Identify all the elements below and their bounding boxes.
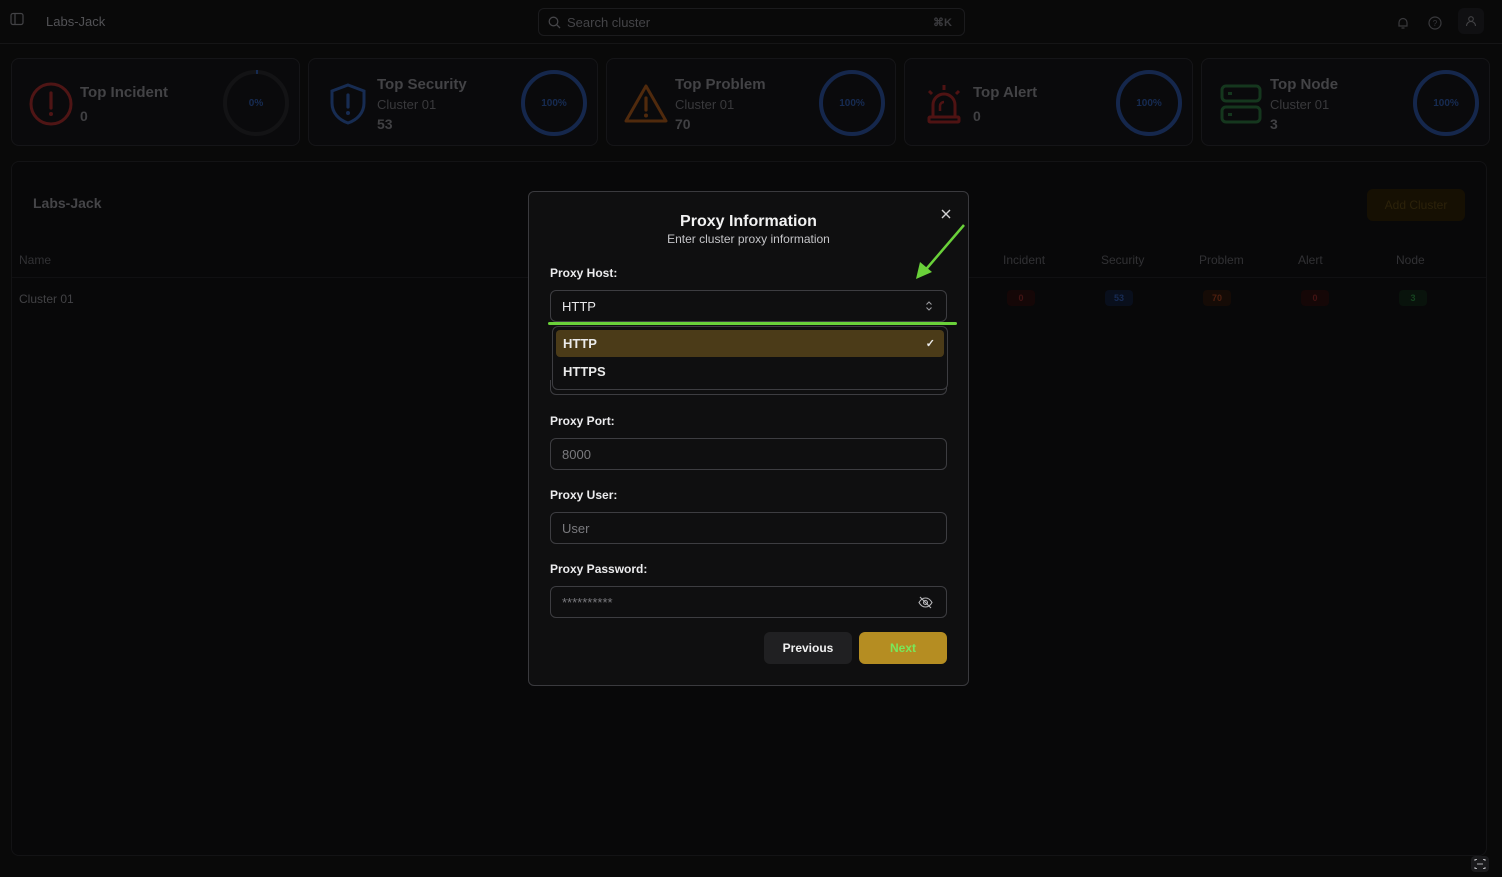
eye-off-icon[interactable] — [918, 596, 933, 609]
chevron-up-down-icon — [926, 301, 932, 311]
option-label: HTTPS — [563, 364, 606, 379]
proxy-password-label: Proxy Password: — [550, 562, 648, 576]
modal-title: Proxy Information — [680, 213, 817, 230]
dropdown-option-https[interactable]: HTTPS — [556, 358, 944, 385]
check-icon: ✓ — [925, 338, 935, 350]
dropdown-option-http[interactable]: HTTP ✓ — [556, 330, 944, 357]
modal-subtitle: Enter cluster proxy information — [667, 232, 830, 246]
proxy-user-field[interactable] — [550, 512, 947, 544]
proxy-port-label: Proxy Port: — [550, 414, 615, 428]
screenshot-tool-icon[interactable] — [1470, 855, 1490, 873]
proxy-port-input[interactable] — [562, 446, 902, 462]
proxy-password-field[interactable] — [550, 586, 947, 618]
proxy-host-select[interactable]: HTTP — [550, 290, 947, 322]
proxy-host-value: HTTP — [562, 298, 596, 314]
option-label: HTTP — [563, 336, 597, 351]
proxy-host-label: Proxy Host: — [550, 266, 618, 280]
proxy-user-label: Proxy User: — [550, 488, 618, 502]
previous-button[interactable]: Previous — [764, 632, 852, 664]
annotation-underline — [548, 322, 957, 325]
proxy-host-dropdown: HTTP ✓ HTTPS — [552, 326, 948, 390]
app-root: Labs-Jack ⌘K ? Top Incident 0 0% — [0, 0, 1502, 877]
proxy-user-input[interactable] — [562, 520, 902, 536]
proxy-info-modal: Proxy Information Enter cluster proxy in… — [528, 191, 969, 686]
proxy-port-field[interactable] — [550, 438, 947, 470]
proxy-password-input[interactable] — [562, 594, 902, 610]
annotation-arrow-icon — [916, 224, 965, 279]
next-button[interactable]: Next — [859, 632, 947, 664]
close-icon[interactable] — [940, 208, 952, 220]
